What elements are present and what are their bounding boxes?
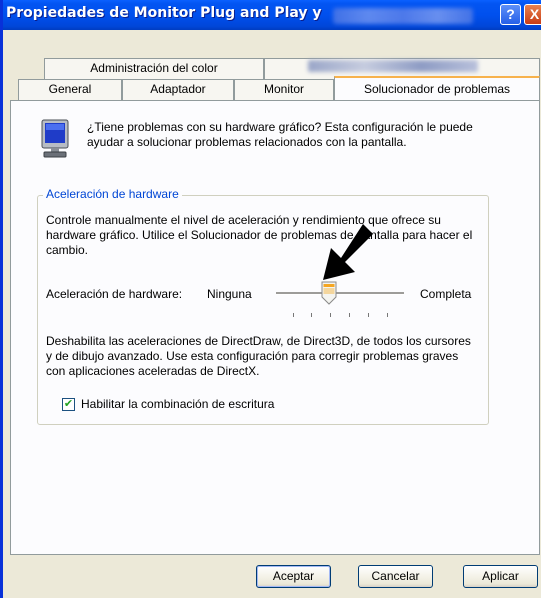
slider-tick — [349, 313, 350, 317]
help-button[interactable]: ? — [500, 4, 521, 25]
group-title: Aceleración de hardware — [43, 187, 182, 201]
acceleration-description: Controle manualmente el nivel de acelera… — [46, 213, 473, 257]
slider-max-label: Completa — [420, 287, 472, 301]
tab-administracion-color[interactable]: Administración del color — [44, 58, 264, 79]
slider-min-label: Ninguna — [207, 287, 252, 301]
monitor-icon — [40, 119, 72, 164]
title-bar[interactable]: Propiedades de Monitor Plug and Play y ?… — [3, 0, 541, 30]
slider-tick — [368, 313, 369, 317]
slider-tick — [293, 313, 294, 317]
intro-text: ¿Tiene problemas con su hardware gráfico… — [87, 120, 473, 149]
tab-adaptador[interactable]: Adaptador — [122, 79, 234, 101]
window-title: Propiedades de Monitor Plug and Play y — [6, 5, 322, 21]
properties-dialog: Propiedades de Monitor Plug and Play y ?… — [0, 0, 541, 598]
acceleration-slider-track[interactable] — [276, 292, 404, 295]
pointer-arrow-icon — [319, 222, 375, 287]
slider-tick — [330, 313, 331, 317]
tab-monitor[interactable]: Monitor — [234, 79, 334, 101]
tab-general[interactable]: General — [18, 79, 122, 101]
acceleration-note: Deshabilita las aceleraciones de DirectD… — [46, 334, 471, 378]
write-combining-checkbox[interactable]: ✔ — [62, 398, 75, 411]
cancel-button[interactable]: Cancelar — [358, 565, 433, 588]
slider-label: Aceleración de hardware: — [46, 287, 183, 301]
tab-solucionador[interactable]: Solucionador de problemas — [334, 76, 540, 101]
close-button[interactable]: X — [524, 4, 541, 25]
ok-button[interactable]: Aceptar — [256, 565, 331, 588]
slider-tick — [311, 313, 312, 317]
redacted-title-text — [333, 8, 473, 24]
write-combining-label[interactable]: Habilitar la combinación de escritura — [81, 397, 274, 411]
apply-button[interactable]: Aplicar — [463, 565, 538, 588]
redacted-tab-label — [308, 60, 478, 72]
slider-tick — [387, 313, 388, 317]
